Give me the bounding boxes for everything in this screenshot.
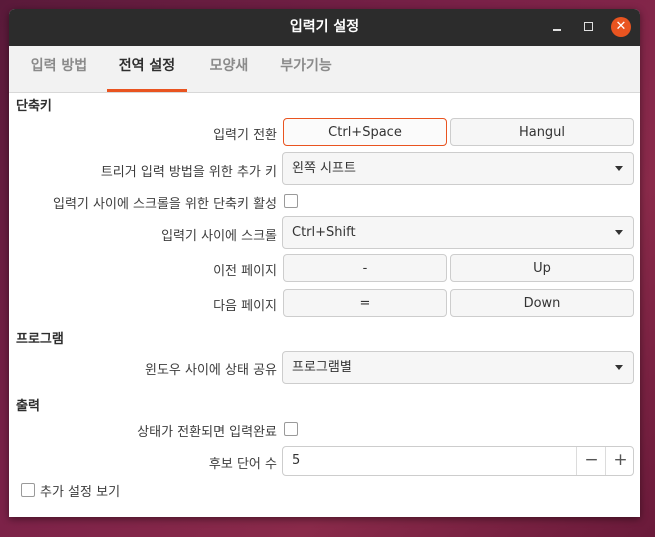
tab-bar: 입력 방법 전역 설정 모양새 부가기능 <box>9 46 640 93</box>
fcitx-config-window: 입력기 설정 ✕ 입력 방법 전역 설정 모양새 부가기능 단축키 입력기 전환… <box>9 9 640 517</box>
next-page-label: 다음 페이지 <box>213 299 277 314</box>
candidate-count-spinbutton[interactable]: 5 − + <box>282 446 634 476</box>
titlebar[interactable]: 입력기 설정 ✕ <box>9 9 640 46</box>
extra-trigger-label: 트리거 입력 방법을 위한 추가 키 <box>100 165 277 180</box>
scroll-combo[interactable]: Ctrl+Shift <box>282 216 634 249</box>
enum-hotkey-label: 입력기 사이에 스크롤을 위한 단축키 활성 <box>53 197 277 212</box>
minimize-icon[interactable] <box>547 17 567 37</box>
chevron-down-icon <box>615 166 623 171</box>
scroll-value: Ctrl+Shift <box>292 225 356 240</box>
maximize-icon[interactable] <box>579 17 599 37</box>
trigger-key-1-button[interactable]: Ctrl+Space <box>283 118 447 146</box>
section-title-program: 프로그램 <box>16 332 64 347</box>
next-page-key-1-button[interactable]: = <box>283 289 447 317</box>
prev-page-label: 이전 페이지 <box>213 264 277 279</box>
show-advanced-label[interactable]: 추가 설정 보기 <box>40 481 120 500</box>
extra-trigger-combo[interactable]: 왼쪽 시프트 <box>282 152 634 185</box>
share-state-combo[interactable]: 프로그램별 <box>282 351 634 384</box>
prev-page-key-2-button[interactable]: Up <box>450 254 634 282</box>
candidate-count-value[interactable]: 5 <box>292 447 300 475</box>
tab-global-config[interactable]: 전역 설정 <box>107 46 187 92</box>
decrement-button[interactable]: − <box>576 447 606 475</box>
candidate-count-label: 후보 단어 수 <box>208 457 277 472</box>
section-title-shortcuts: 단축키 <box>16 99 52 114</box>
increment-button[interactable]: + <box>605 447 635 475</box>
scroll-label: 입력기 사이에 스크롤 <box>161 229 277 244</box>
show-advanced-checkbox[interactable] <box>21 483 35 497</box>
enum-hotkey-checkbox[interactable] <box>284 194 298 208</box>
prev-page-key-1-button[interactable]: - <box>283 254 447 282</box>
chevron-down-icon <box>615 365 623 370</box>
chevron-down-icon <box>615 230 623 235</box>
close-icon[interactable]: ✕ <box>611 17 631 37</box>
trigger-key-2-button[interactable]: Hangul <box>450 118 634 146</box>
share-state-label: 윈도우 사이에 상태 공유 <box>145 363 277 378</box>
tab-appearance[interactable]: 모양새 <box>199 46 259 92</box>
trigger-label: 입력기 전환 <box>213 128 277 143</box>
next-page-key-2-button[interactable]: Down <box>450 289 634 317</box>
extra-trigger-value: 왼쪽 시프트 <box>292 161 356 176</box>
commit-on-switch-label: 상태가 전환되면 입력완료 <box>137 425 277 440</box>
window-title: 입력기 설정 <box>289 19 360 35</box>
section-title-output: 출력 <box>16 399 40 414</box>
share-state-value: 프로그램별 <box>292 360 352 375</box>
commit-on-switch-checkbox[interactable] <box>284 422 298 436</box>
tab-addons[interactable]: 부가기능 <box>271 46 341 92</box>
tab-input-method[interactable]: 입력 방법 <box>19 46 99 92</box>
